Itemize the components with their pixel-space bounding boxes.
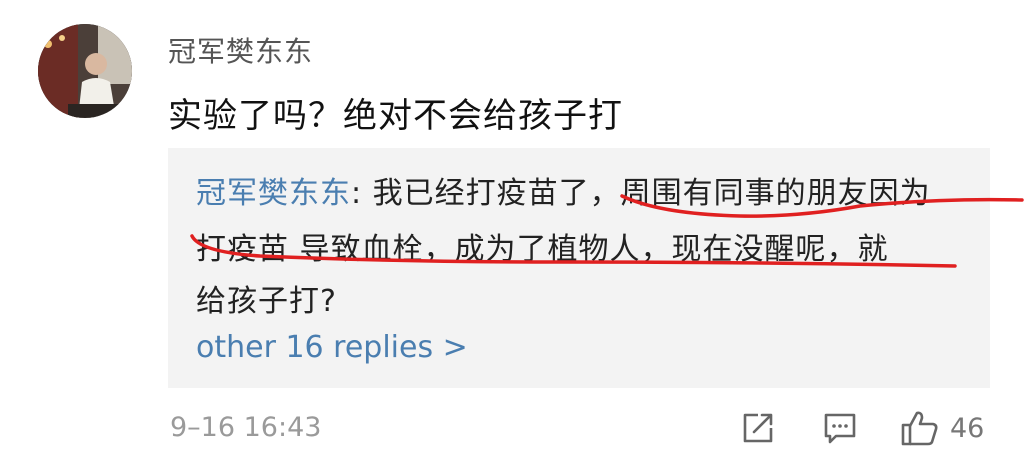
more-replies-link[interactable]: other 16 replies >	[196, 330, 468, 365]
reply-text-line-3: 给孩子打?	[196, 284, 337, 319]
reply-line-1: 冠军樊东东: 我已经打疫苗了，周围有同事的朋友因为	[196, 168, 931, 212]
comment-text: 实验了吗？绝对不会给孩子打	[168, 96, 623, 136]
reply-box[interactable]: 冠军樊东东: 我已经打疫苗了，周围有同事的朋友因为 打疫苗 导致血栓，成为了植物…	[168, 148, 990, 388]
like-count: 46	[950, 412, 985, 444]
comment-author[interactable]: 冠军樊东东	[168, 30, 313, 70]
reply-text-line-1: 我已经打疫苗了，周围有同事的朋友因为	[372, 176, 931, 211]
comment-button[interactable]	[822, 408, 858, 448]
avatar[interactable]	[38, 24, 132, 118]
comment-timestamp: 9–16 16:43	[170, 412, 322, 443]
reply-separator: :	[351, 176, 373, 211]
share-icon	[743, 413, 773, 443]
like-button[interactable]: 46	[900, 408, 984, 448]
avatar-photo	[38, 24, 132, 118]
comment-icon	[824, 413, 856, 444]
reply-text-line-2: 打疫苗 导致血栓，成为了植物人，现在没醒呢，就	[196, 232, 889, 267]
reply-author[interactable]: 冠军樊东东	[196, 176, 351, 211]
share-button[interactable]	[740, 408, 776, 448]
thumbs-up-icon	[901, 411, 938, 446]
